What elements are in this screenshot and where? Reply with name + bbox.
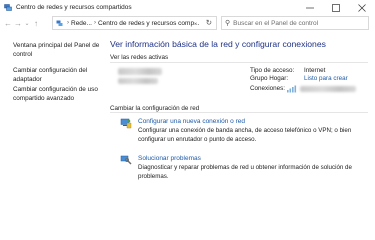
network-type-redacted [118,78,158,84]
sidebar: Ventana principal del Panel de control C… [0,32,108,236]
search-input[interactable]: ⚲ Buscar en el Panel de control [221,16,369,30]
minimize-icon [306,7,314,8]
troubleshoot-icon [120,155,132,165]
breadcrumb-separator-icon: › [67,20,69,26]
setup-new-connection-link[interactable]: Configurar una nueva conexión o red [138,118,245,125]
sidebar-item-advanced-sharing-settings[interactable]: Cambiar configuración de uso compartido … [13,85,108,103]
troubleshoot-link[interactable]: Solucionar problemas [138,155,201,162]
back-button[interactable]: ← [3,17,13,31]
address-dropdown-icon[interactable]: ⌄ [193,19,198,26]
homegroup-link[interactable]: Listo para crear [304,75,348,82]
access-type-label: Tipo de acceso: [250,67,295,74]
sidebar-item-control-panel-home[interactable]: Ventana principal del Panel de control [13,41,108,59]
network-location-icon [56,20,63,26]
arrow-right-icon: → [14,19,22,28]
close-icon [358,3,366,12]
search-icon: ⚲ [225,20,231,27]
new-connection-icon [120,118,132,129]
arrow-up-icon: ↑ [34,19,38,28]
up-button[interactable]: ↑ [31,17,41,31]
forward-button[interactable]: → [13,17,23,31]
section-divider [110,112,368,113]
breadcrumb-separator-icon: › [93,20,96,26]
setup-new-connection-description: Configurar una conexión de banda ancha, … [138,127,352,143]
chevron-down-icon: ⌄ [24,21,30,27]
close-button[interactable] [349,0,375,15]
network-center-icon [4,4,12,11]
window-title: Centro de redes y recursos compartidos [16,4,132,11]
breadcrumb-network-center[interactable]: Centro de redes y recursos comp... [98,20,200,27]
refresh-icon[interactable]: ↻ [206,18,212,27]
change-network-settings-label: Cambiar la configuración de red [110,105,200,112]
wifi-signal-icon [287,85,297,93]
sidebar-item-change-adapter-settings[interactable]: Cambiar configuración del adaptador [13,66,108,84]
window-controls [297,0,375,15]
section-divider [110,62,368,63]
address-bar[interactable]: › Rede... › Centro de redes y recursos c… [52,16,217,30]
page-title: Ver información básica de la red y confi… [110,39,326,49]
search-placeholder: Buscar en el Panel de control [233,19,319,27]
homegroup-label: Grupo Hogar: [250,75,289,82]
maximize-icon [332,3,340,12]
network-name-redacted [118,68,162,75]
main-content: Ver información básica de la red y confi… [110,32,375,236]
connections-label: Conexiones: [250,85,286,92]
recent-locations-button[interactable]: ⌄ [23,17,31,31]
troubleshoot-description: Diagnosticar y reparar problemas de red … [138,164,352,180]
maximize-button[interactable] [323,0,349,15]
access-type-value: Internet [304,67,326,74]
arrow-left-icon: ← [4,19,12,28]
navigation-bar: ← → ⌄ ↑ › Rede... › Centro de redes y re… [0,15,375,32]
minimize-button[interactable] [297,0,323,15]
title-bar: Centro de redes y recursos compartidos [0,0,375,15]
breadcrumb-network[interactable]: Rede... [71,20,92,27]
connection-name-redacted[interactable] [300,86,356,92]
active-networks-label: Ver las redes activas [110,54,169,61]
